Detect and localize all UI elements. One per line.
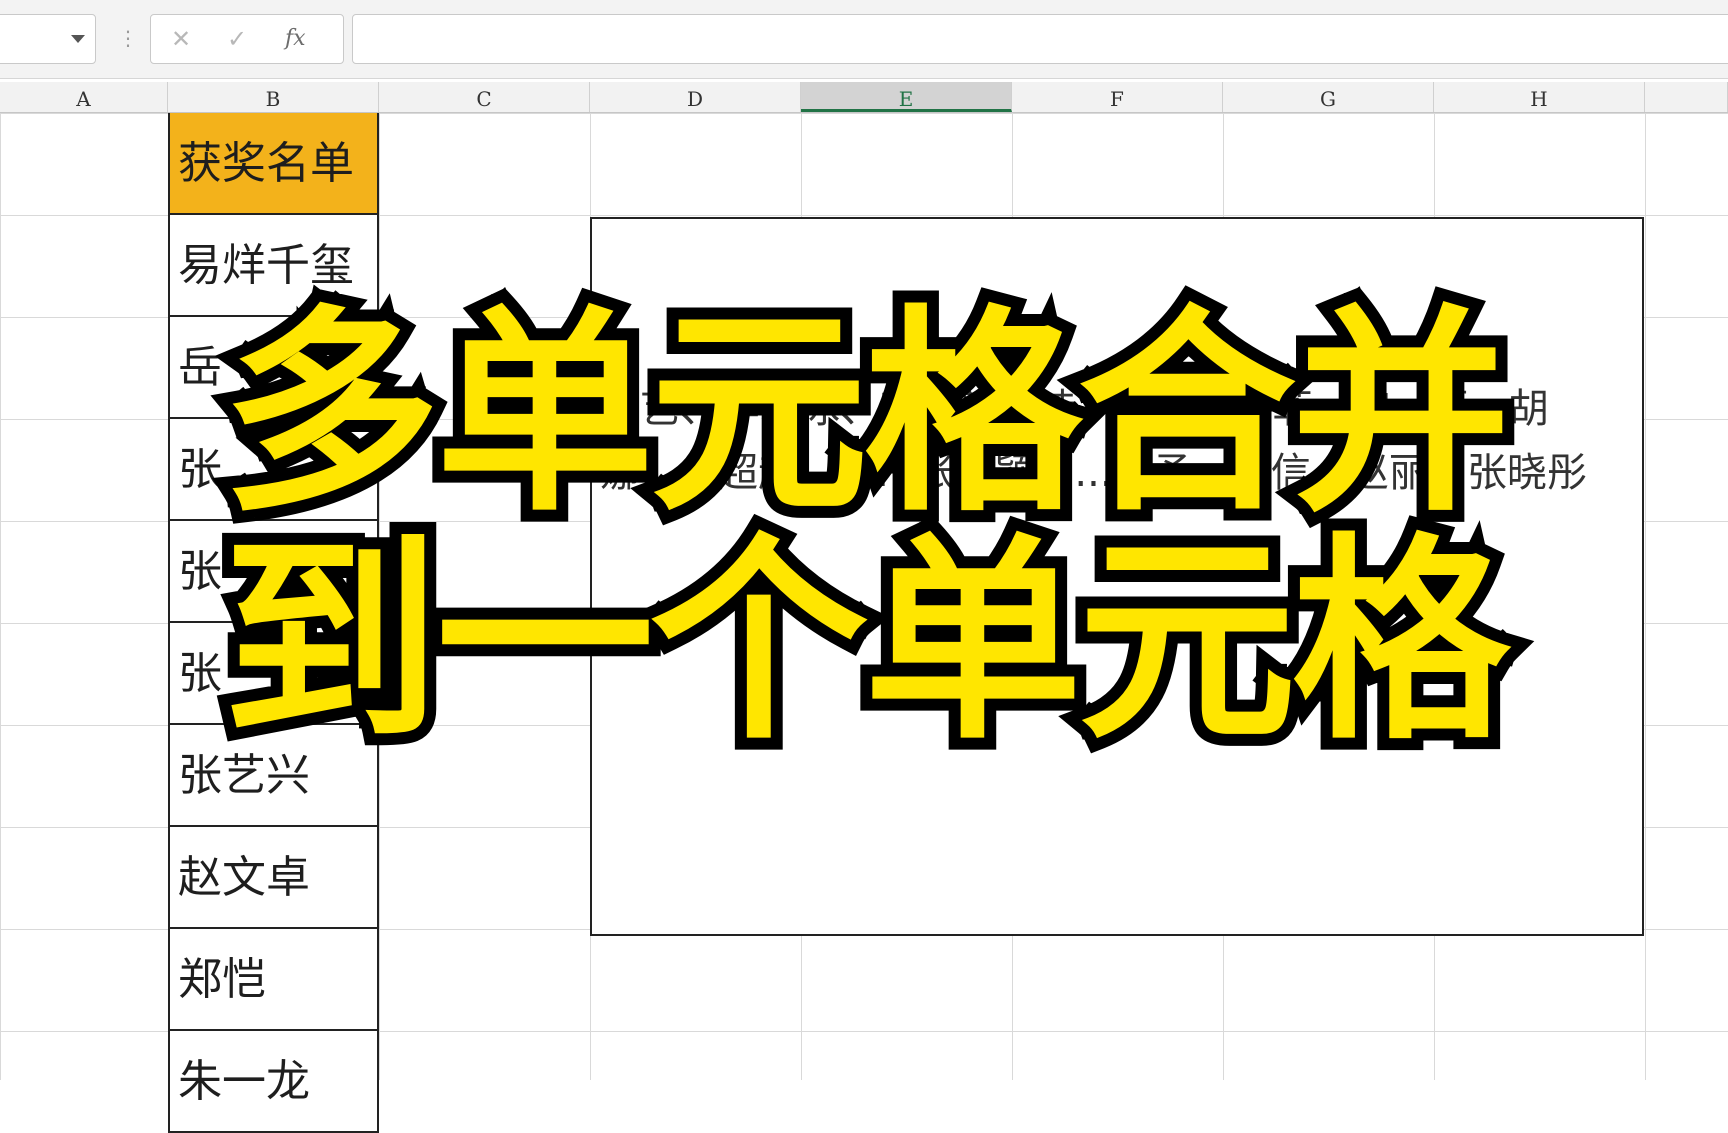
name-cell[interactable]: 郑恺 [168,929,379,1031]
name-box[interactable] [0,14,96,64]
formula-input[interactable] [352,14,1728,64]
name-cell[interactable]: 朱一龙 [168,1031,379,1133]
column-header-row: A B C D E F G H [0,82,1728,113]
column-header-g[interactable]: G [1223,82,1434,112]
award-list-header-cell[interactable]: 获奖名单 [168,113,379,215]
column-header-h[interactable]: H [1434,82,1645,112]
column-header-c[interactable]: C [379,82,590,112]
column-header-d[interactable]: D [590,82,801,112]
formula-bar: ⋮ ✕ ✓ fx [0,0,1728,79]
cancel-icon[interactable]: ✕ [171,23,191,55]
chevron-down-icon[interactable] [71,35,85,43]
formula-bar-grip-icon: ⋮ [118,26,138,50]
name-cell[interactable]: 赵文卓 [168,827,379,929]
enter-icon[interactable]: ✓ [227,23,247,55]
overlay-title-line1: 多单元格合并 [210,288,1522,542]
column-header-e[interactable]: E [801,82,1012,112]
column-header-a[interactable]: A [0,82,168,112]
formula-bar-buttons: ✕ ✓ fx [150,14,344,64]
column-header-i[interactable] [1645,82,1728,112]
column-header-f[interactable]: F [1012,82,1223,112]
column-header-b[interactable]: B [168,82,379,112]
insert-function-icon[interactable]: fx [285,23,306,55]
overlay-title-line2: 到一个单元格 [210,516,1522,770]
